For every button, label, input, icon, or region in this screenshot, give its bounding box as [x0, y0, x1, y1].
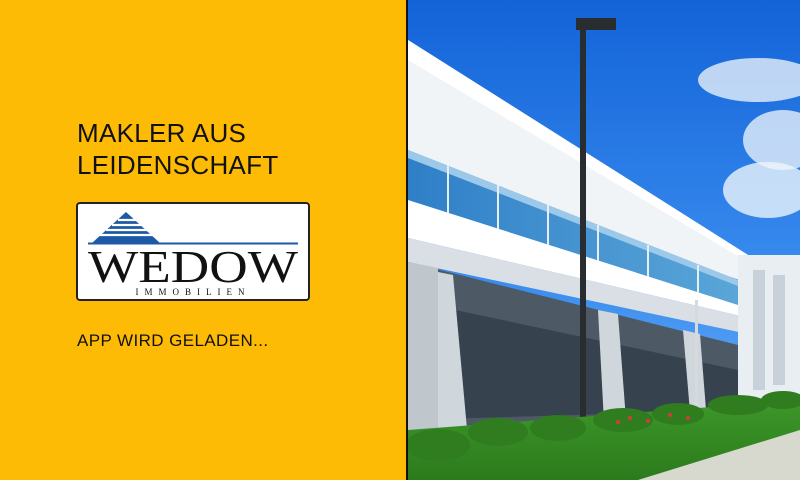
logo-brand-text: WEDOW [88, 241, 299, 292]
tagline: MAKLER AUS LEIDENSCHAFT [77, 117, 279, 181]
building-photo [408, 0, 800, 480]
tagline-line-1: MAKLER AUS [77, 118, 247, 148]
building-image [408, 0, 800, 480]
wedow-logo: WEDOW IMMOBILIEN [76, 202, 310, 301]
splash-left-panel: MAKLER AUS LEIDENSCHAFT WEDOW IMMOBILIEN… [0, 0, 406, 480]
logo-subtitle-text: IMMOBILIEN [136, 287, 251, 297]
loading-status: APP WIRD GELADEN... [77, 331, 269, 350]
logo-graphic: WEDOW IMMOBILIEN [88, 212, 299, 297]
tagline-line-2: LEIDENSCHAFT [77, 150, 279, 180]
roof-icon [92, 212, 160, 243]
